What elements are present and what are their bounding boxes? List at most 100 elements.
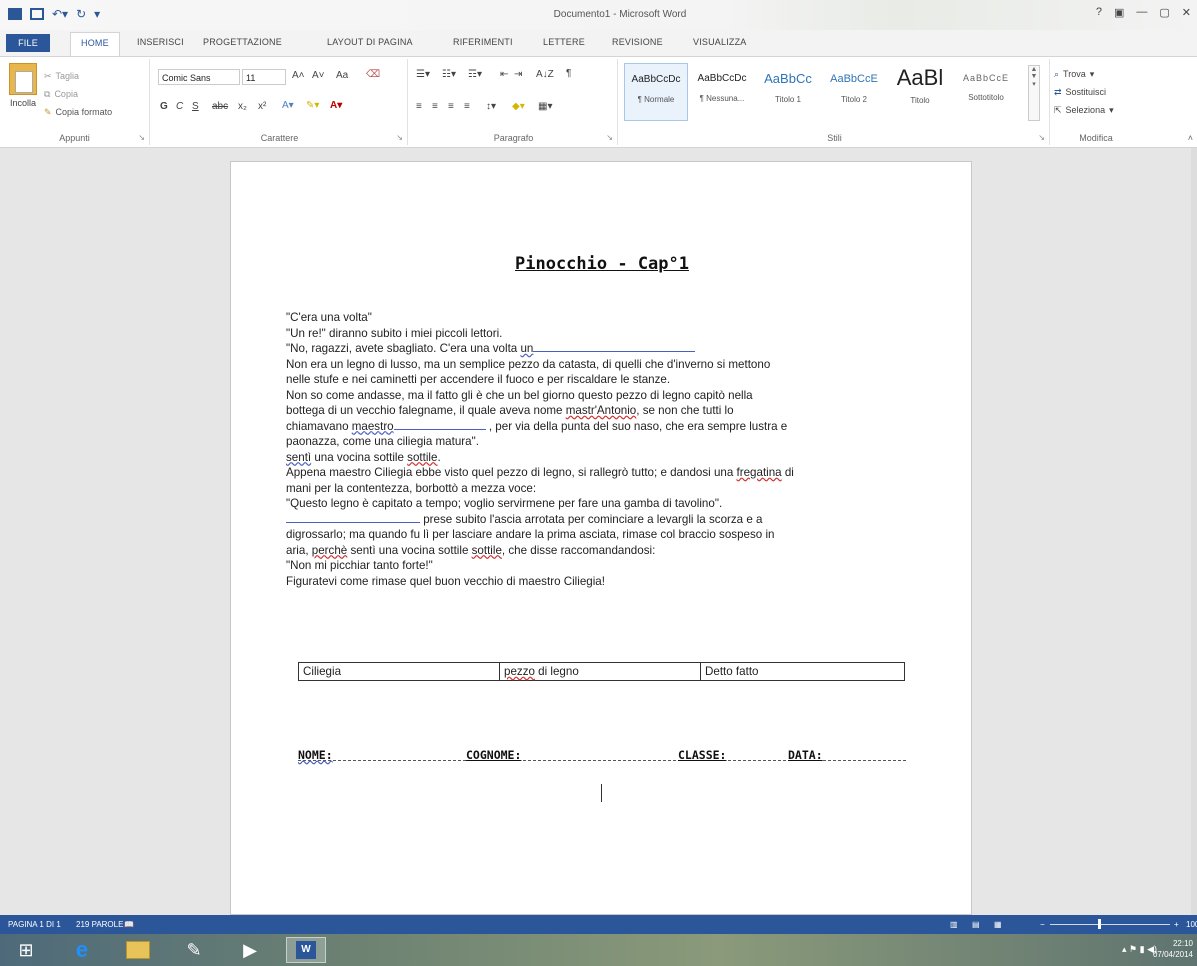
clock[interactable]: 22:10 07/04/2014: [1153, 938, 1193, 960]
style-no-spacing[interactable]: AaBbCcDc ¶ Nessuna...: [690, 63, 754, 121]
text-line: "Questo legno è capitato a tempo; voglio…: [286, 497, 723, 510]
align-center-icon[interactable]: ≡: [432, 101, 438, 112]
network-icon[interactable]: ▮: [1140, 944, 1145, 954]
decrease-indent-icon[interactable]: ⇤: [500, 69, 508, 80]
undo-icon[interactable]: ↶▾: [52, 8, 68, 20]
taskbar-ie[interactable]: e: [62, 937, 102, 963]
dialog-launcher-icon[interactable]: ↘: [1038, 133, 1045, 142]
clipboard-actions: ✂ Taglia ⧉ Copia ✎ Copia formato: [44, 67, 112, 121]
proofing-icon[interactable]: 📖: [124, 920, 134, 929]
italic-button[interactable]: C: [176, 101, 183, 112]
superscript-button[interactable]: x²: [258, 101, 266, 112]
flag-icon[interactable]: ⚑: [1129, 944, 1137, 954]
print-layout-icon[interactable]: ▤: [972, 920, 980, 929]
fill-in-blank: [286, 513, 420, 523]
text-segment: una vocina sottile: [311, 450, 408, 464]
tab-insert[interactable]: INSERISCI: [137, 37, 184, 47]
help-button[interactable]: ?: [1096, 6, 1102, 19]
save-icon[interactable]: [30, 8, 44, 20]
zoom-thumb[interactable]: [1098, 919, 1101, 929]
show-marks-button[interactable]: ¶: [566, 68, 571, 79]
tab-view[interactable]: VISUALIZZA: [693, 37, 747, 47]
zoom-out-icon[interactable]: −: [1040, 920, 1045, 929]
taskbar-word[interactable]: W: [286, 937, 326, 963]
style-heading-2[interactable]: AaBbCcE Titolo 2: [822, 63, 886, 121]
underline-button[interactable]: S: [192, 101, 199, 112]
style-subtitle[interactable]: AaBbCcE Sottotitolo: [954, 63, 1018, 121]
shading-icon[interactable]: ◆▾: [512, 101, 525, 112]
tray-arrow-icon[interactable]: ▴: [1122, 944, 1127, 954]
tab-design[interactable]: PROGETTAZIONE: [203, 37, 282, 47]
tab-references[interactable]: RIFERIMENTI: [453, 37, 513, 47]
word-count[interactable]: 219 PAROLE: [76, 920, 123, 929]
web-layout-icon[interactable]: ▦: [994, 920, 1002, 929]
customize-qat-icon[interactable]: ▾: [94, 8, 100, 20]
ribbon-display-options-icon[interactable]: ▣: [1114, 6, 1124, 19]
tab-review[interactable]: REVISIONE: [612, 37, 663, 47]
justify-icon[interactable]: ≡: [464, 101, 470, 112]
redo-icon[interactable]: ↻: [76, 8, 86, 20]
copy-button[interactable]: ⧉ Copia: [44, 85, 112, 103]
taskbar-media-player[interactable]: ▶: [230, 937, 270, 963]
style-normal[interactable]: AaBbCcDc ¶ Normale: [624, 63, 688, 121]
tab-mailings[interactable]: LETTERE: [543, 37, 585, 47]
replace-button[interactable]: ⇄ Sostituisci: [1054, 83, 1114, 101]
highlight-color-icon[interactable]: ✎▾: [306, 100, 319, 111]
taskbar-paint[interactable]: ✎: [174, 937, 214, 963]
borders-icon[interactable]: ▦▾: [538, 101, 552, 112]
text-line: digrossarlo; ma quando fu lì per lasciar…: [286, 528, 775, 541]
taskbar-explorer[interactable]: [118, 937, 158, 963]
style-title[interactable]: AaBl Titolo: [888, 63, 952, 121]
system-tray: ▴ ⚑ ▮ ◀): [1122, 944, 1157, 955]
document-page[interactable]: Pinocchio - Cap°1 "C'era una volta" "Un …: [230, 161, 972, 915]
bold-button[interactable]: G: [160, 101, 168, 112]
font-size-box[interactable]: 11: [242, 69, 286, 85]
increase-indent-icon[interactable]: ⇥: [514, 69, 522, 80]
align-left-icon[interactable]: ≡: [416, 101, 422, 112]
cut-button[interactable]: ✂ Taglia: [44, 67, 112, 85]
bullets-icon[interactable]: ☰▾: [416, 69, 430, 80]
tab-page-layout[interactable]: LAYOUT DI PAGINA: [327, 37, 413, 47]
text-line: "C'era una volta": [286, 311, 372, 324]
start-button[interactable]: ⊞: [6, 937, 46, 963]
dialog-launcher-icon[interactable]: ↘: [606, 133, 613, 142]
shrink-font-icon[interactable]: A˅: [312, 70, 325, 81]
change-case-button[interactable]: Aa: [336, 70, 348, 81]
table-cell[interactable]: Ciliegia: [298, 662, 500, 681]
zoom-level[interactable]: 100%: [1186, 920, 1197, 929]
zoom-slider[interactable]: [1050, 924, 1170, 925]
style-heading-1[interactable]: AaBbCc Titolo 1: [756, 63, 820, 121]
select-label: Seleziona: [1065, 105, 1106, 115]
subscript-button[interactable]: x₂: [238, 101, 247, 112]
zoom-in-icon[interactable]: +: [1174, 920, 1179, 929]
format-painter-button[interactable]: ✎ Copia formato: [44, 103, 112, 121]
line-spacing-icon[interactable]: ↕▾: [486, 101, 496, 112]
maximize-button[interactable]: ▢: [1159, 6, 1169, 19]
select-button[interactable]: ⇱ Seleziona ▾: [1054, 101, 1114, 119]
text-effects-icon[interactable]: A▾: [282, 100, 294, 111]
table-cell[interactable]: pezzo di legno: [499, 662, 701, 681]
vertical-scrollbar[interactable]: [1191, 148, 1197, 915]
collapse-ribbon-icon[interactable]: ˄: [1188, 133, 1193, 143]
find-button[interactable]: ⌕ Trova ▾: [1054, 65, 1114, 83]
page-count[interactable]: PAGINA 1 DI 1: [8, 920, 61, 929]
align-right-icon[interactable]: ≡: [448, 101, 454, 112]
multilevel-list-icon[interactable]: ☶▾: [468, 69, 482, 80]
table-cell[interactable]: Detto fatto: [700, 662, 905, 681]
grow-font-icon[interactable]: A˄: [292, 70, 305, 81]
read-mode-icon[interactable]: ▥: [950, 920, 958, 929]
paste-button[interactable]: Incolla: [6, 63, 40, 108]
styles-gallery-scroll[interactable]: ▲ ▼ ▾: [1028, 65, 1040, 121]
dialog-launcher-icon[interactable]: ↘: [396, 133, 403, 142]
tab-home[interactable]: HOME: [70, 32, 120, 56]
numbering-icon[interactable]: ☷▾: [442, 69, 456, 80]
font-name-box[interactable]: Comic Sans: [158, 69, 240, 85]
dialog-launcher-icon[interactable]: ↘: [138, 133, 145, 142]
clear-formatting-icon[interactable]: ⌫: [366, 69, 380, 80]
minimize-button[interactable]: —: [1136, 6, 1147, 19]
strikethrough-button[interactable]: abc: [212, 101, 228, 112]
close-button[interactable]: ✕: [1182, 6, 1191, 19]
tab-file[interactable]: FILE: [6, 34, 50, 52]
sort-button[interactable]: A↓Z: [536, 69, 554, 80]
font-color-icon[interactable]: A▾: [330, 100, 342, 111]
